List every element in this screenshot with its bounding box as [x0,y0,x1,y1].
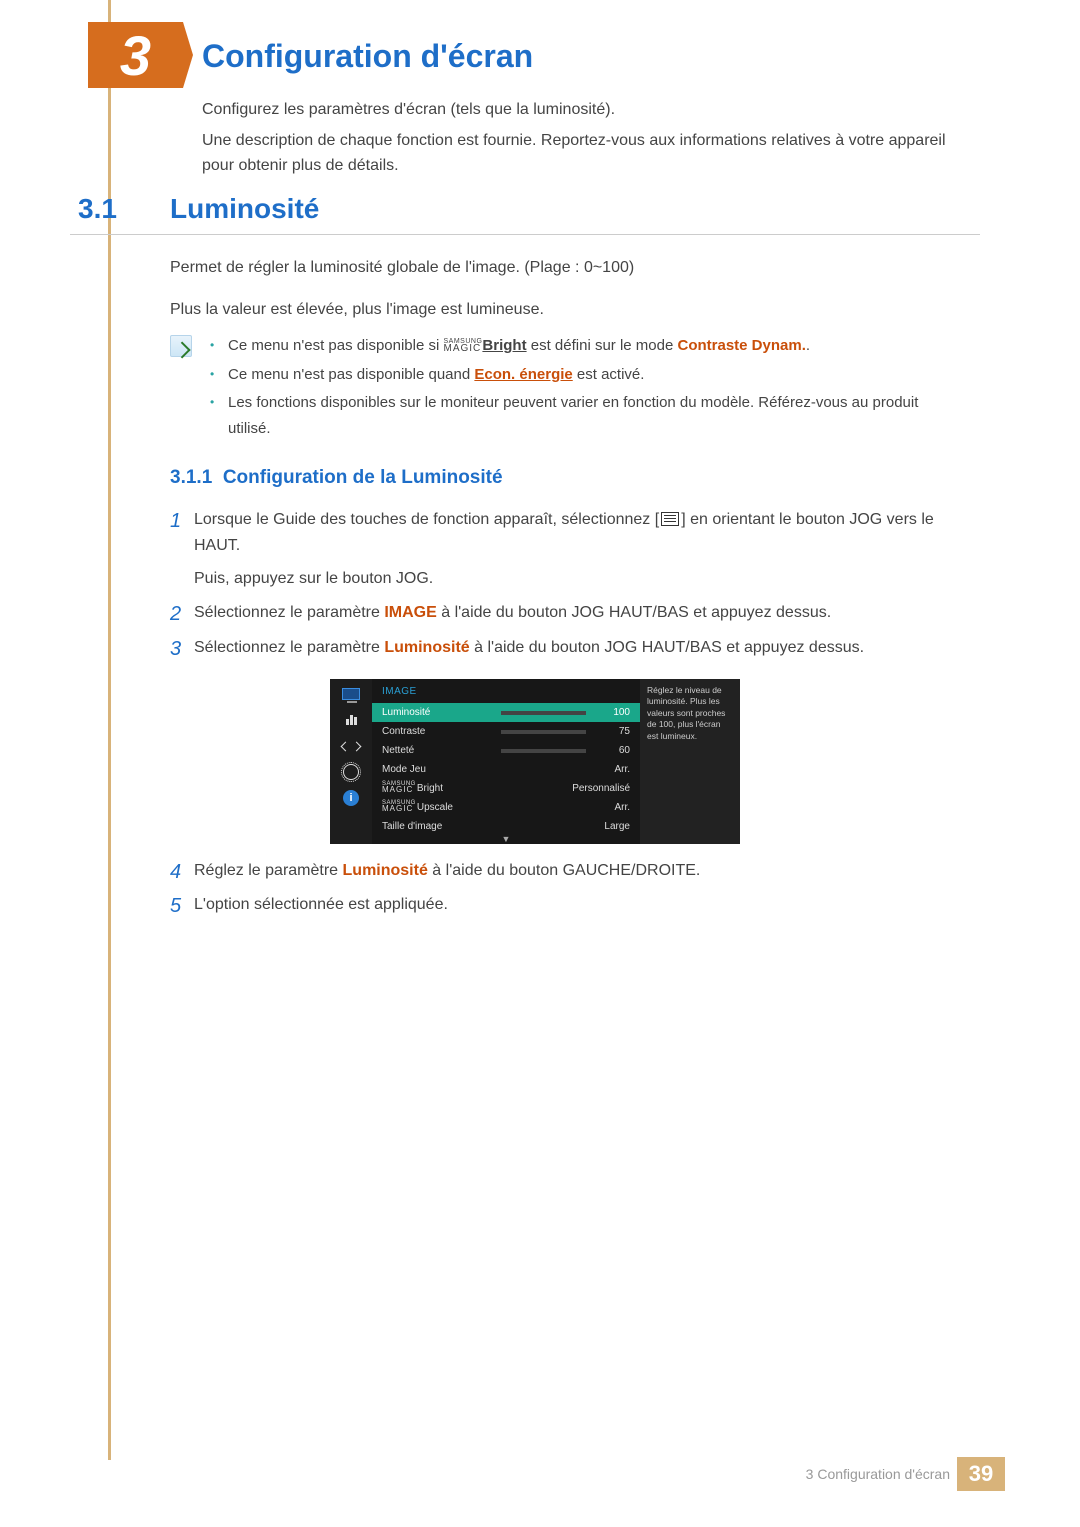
footer-chapter-label: 3 Configuration d'écran [806,1466,950,1482]
osd-row-value: Personnalisé [510,781,630,798]
osd-row-mode-jeu[interactable]: Mode Jeu Arr. [372,760,640,779]
intro-paragraph-1: Configurez les paramètres d'écran (tels … [202,98,962,123]
note2-link: Econ. énergie [474,366,572,383]
step-5: 5 L'option sélectionnée est appliquée. [170,892,970,918]
samsung-magic-inline: SAMSUNGMAGIC [444,339,483,353]
resize-icon [340,737,362,755]
body-paragraph-1: Permet de régler la luminosité globale d… [170,255,970,281]
section-body: Permet de régler la luminosité globale d… [170,255,970,322]
osd-header: IMAGE [372,679,640,704]
step2-highlight: IMAGE [384,604,436,621]
note2-end: est activé. [573,366,645,383]
step-1: 1 Lorsque le Guide des touches de foncti… [170,507,970,592]
info-icon: i [340,789,362,807]
note1-pre: Ce menu n'est pas disponible si [228,337,444,354]
section-number: 3.1 [78,193,117,225]
osd-row-label: Contraste [382,724,501,741]
osd-row-magic-bright[interactable]: SAMSUNGMAGICBright Personnalisé [372,779,640,798]
step-number: 1 [170,505,181,538]
note-item-1: Ce menu n'est pas disponible si SAMSUNGM… [210,333,960,359]
step4-highlight: Luminosité [343,862,428,879]
step-number: 2 [170,598,181,631]
osd-panel: i IMAGE Luminosité 100 Contraste 75 Nett… [330,679,740,844]
step-2: 2 Sélectionnez le paramètre IMAGE à l'ai… [170,600,970,626]
note2-pre: Ce menu n'est pas disponible quand [228,366,474,383]
step2-text-b: à l'aide du bouton JOG HAUT/BAS et appuy… [437,604,831,621]
chapter-number-badge: 3 [88,22,183,88]
step4-text-b: à l'aide du bouton GAUCHE/DROITE. [428,862,701,879]
section-rule [70,234,980,235]
osd-row-label: Netteté [382,743,501,760]
chapter-title: Configuration d'écran [202,38,533,75]
note-icon [170,335,192,357]
osd-row-value: 75 [592,724,630,741]
note1-mode: Contraste Dynam. [678,337,806,354]
osd-row-value: 100 [592,705,630,722]
note1-bright: Bright [482,337,526,354]
osd-tooltip: Réglez le niveau de luminosité. Plus les… [640,679,740,844]
osd-down-caret-icon: ▼ [372,832,640,849]
note-item-3: Les fonctions disponibles sur le moniteu… [210,390,960,441]
step-number: 5 [170,890,181,923]
step3-highlight: Luminosité [384,639,469,656]
osd-row-nettete[interactable]: Netteté 60 [372,741,640,760]
note-list: Ce menu n'est pas disponible si SAMSUNGM… [210,333,960,444]
osd-slider[interactable] [501,749,586,753]
osd-row-label: Mode Jeu [382,762,510,779]
steps-list: 1 Lorsque le Guide des touches de foncti… [170,507,970,927]
osd-main: IMAGE Luminosité 100 Contraste 75 Nettet… [372,679,640,844]
note1-mid: est défini sur le mode [527,337,678,354]
section-title: Luminosité [170,193,319,225]
step1-text-c: Puis, appuyez sur le bouton JOG. [194,566,970,592]
osd-row-luminosite[interactable]: Luminosité 100 [372,703,640,722]
step1-text-a: Lorsque le Guide des touches de fonction… [194,511,659,528]
osd-row-value: Arr. [510,762,630,779]
bars-icon [340,711,362,729]
osd-row-label: SAMSUNGMAGICUpscale [382,800,510,817]
osd-row-value: Arr. [510,800,630,817]
gear-icon [340,763,362,781]
osd-row-label: Luminosité [382,705,501,722]
osd-row-label: SAMSUNGMAGICBright [382,781,510,798]
osd-slider[interactable] [501,711,586,715]
intro-paragraph-2: Une description de chaque fonction est f… [202,129,962,179]
step3-text-a: Sélectionnez le paramètre [194,639,384,656]
menu-icon [661,512,679,526]
page-number-badge: 39 [957,1457,1005,1491]
osd-icon-column: i [330,679,372,844]
subsection-number: 3.1.1 [170,467,212,488]
step3-text-b: à l'aide du bouton JOG HAUT/BAS et appuy… [470,639,864,656]
step-number: 4 [170,856,181,889]
subsection-heading: 3.1.1 Configuration de la Luminosité [170,467,503,489]
note-item-2: Ce menu n'est pas disponible quand Econ.… [210,362,960,388]
screen-icon [340,685,362,703]
step4-text-a: Réglez le paramètre [194,862,343,879]
step2-text-a: Sélectionnez le paramètre [194,604,384,621]
step5-text: L'option sélectionnée est appliquée. [194,896,448,913]
chapter-intro: Configurez les paramètres d'écran (tels … [202,98,962,178]
step-number: 3 [170,633,181,666]
osd-row-magic-upscale[interactable]: SAMSUNGMAGICUpscale Arr. [372,798,640,817]
osd-rows: Luminosité 100 Contraste 75 Netteté 60 M… [372,703,640,836]
step-3: 3 Sélectionnez le paramètre Luminosité à… [170,635,970,661]
osd-slider[interactable] [501,730,586,734]
step-4: 4 Réglez le paramètre Luminosité à l'aid… [170,858,970,884]
osd-row-value: 60 [592,743,630,760]
body-paragraph-2: Plus la valeur est élevée, plus l'image … [170,297,970,323]
note1-end: . [806,337,810,354]
subsection-title: Configuration de la Luminosité [223,467,503,488]
osd-row-contraste[interactable]: Contraste 75 [372,722,640,741]
